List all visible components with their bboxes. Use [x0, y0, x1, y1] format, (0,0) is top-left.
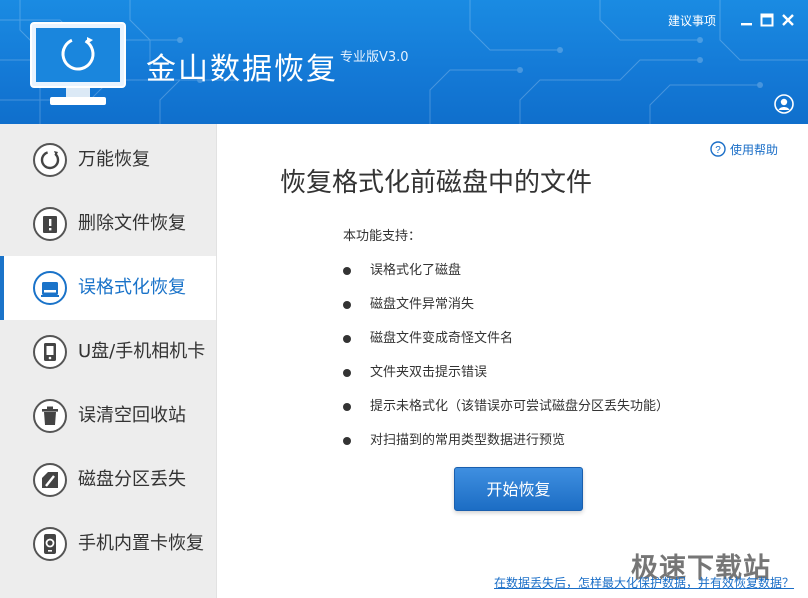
bullet-icon: [343, 301, 351, 309]
bullet-icon: [343, 403, 351, 411]
title-bar: 金山数据恢复 专业版V3.0 建议事项: [0, 0, 808, 124]
help-icon: ?: [710, 141, 726, 157]
app-logo-icon: [30, 22, 126, 105]
data-protection-tips-link[interactable]: 在数据丢失后，怎样最大化保护数据，并有效恢复数据？: [494, 574, 794, 591]
page-title: 恢复格式化前磁盘中的文件: [280, 168, 593, 198]
main-panel: ? 使用帮助 恢复格式化前磁盘中的文件 本功能支持： 误格式化了磁盘 磁盘文件异…: [217, 124, 808, 598]
bullet-icon: [343, 267, 351, 275]
list-item: 提示未格式化（该错误亦可尝试磁盘分区丢失功能）: [343, 390, 669, 424]
sidebar-item-partition-lost[interactable]: 磁盘分区丢失: [0, 448, 216, 512]
close-icon[interactable]: [780, 12, 796, 28]
minimize-icon[interactable]: [739, 12, 755, 28]
list-item: 对扫描到的常用类型数据进行预览: [343, 424, 669, 458]
active-indicator: [0, 256, 4, 320]
bullet-icon: [343, 437, 351, 445]
sidebar-item-label: 误清空回收站: [78, 405, 186, 426]
sidebar-item-universal-recovery[interactable]: 万能恢复: [0, 128, 216, 192]
list-item: 误格式化了磁盘: [343, 254, 669, 288]
help-label: 使用帮助: [730, 142, 779, 157]
disk-format-icon: [33, 271, 67, 305]
sidebar-item-label: 手机内置卡恢复: [78, 533, 204, 554]
feature-text: 磁盘文件异常消失: [370, 297, 475, 312]
sidebar-item-label: 万能恢复: [78, 149, 150, 170]
feature-text: 对扫描到的常用类型数据进行预览: [370, 433, 566, 448]
sidebar-item-label: U盘/手机相机卡: [78, 341, 206, 362]
list-item: 磁盘文件变成奇怪文件名: [343, 322, 669, 356]
feature-text: 提示未格式化（该错误亦可尝试磁盘分区丢失功能）: [370, 399, 670, 414]
restore-icon: [33, 143, 67, 177]
sidebar: 万能恢复 删除文件恢复 误格式化恢复 U盘/手机相机卡 误清空回收站 磁盘分区丢…: [0, 124, 217, 598]
app-edition: 专业版V3.0: [340, 50, 409, 65]
feature-text: 磁盘文件变成奇怪文件名: [370, 331, 514, 346]
list-item: 磁盘文件异常消失: [343, 288, 669, 322]
feature-list: 误格式化了磁盘 磁盘文件异常消失 磁盘文件变成奇怪文件名 文件夹双击提示错误 提…: [343, 254, 669, 458]
feature-text: 文件夹双击提示错误: [370, 365, 488, 380]
bullet-icon: [343, 369, 351, 377]
usb-device-icon: [33, 335, 67, 369]
sidebar-item-format-recovery[interactable]: 误格式化恢复: [0, 256, 216, 320]
sidebar-item-label: 删除文件恢复: [78, 213, 186, 234]
app-title: 金山数据恢复: [146, 52, 338, 87]
help-link[interactable]: ? 使用帮助: [710, 140, 778, 158]
svg-text:?: ?: [715, 145, 721, 156]
list-item: 文件夹双击提示错误: [343, 356, 669, 390]
feedback-link[interactable]: 建议事项: [668, 12, 716, 29]
bullet-icon: [343, 335, 351, 343]
recycle-bin-icon: [33, 399, 67, 433]
user-account-icon[interactable]: [774, 94, 794, 114]
sidebar-item-label: 磁盘分区丢失: [78, 469, 186, 490]
maximize-icon[interactable]: [759, 12, 775, 28]
delete-file-icon: [33, 207, 67, 241]
sidebar-item-label: 误格式化恢复: [78, 277, 186, 298]
sidebar-item-phone-card[interactable]: 手机内置卡恢复: [0, 512, 216, 576]
partition-icon: [33, 463, 67, 497]
features-heading: 本功能支持：: [343, 229, 422, 244]
phone-card-icon: [33, 527, 67, 561]
feature-text: 误格式化了磁盘: [370, 263, 462, 278]
sidebar-item-deleted-file-recovery[interactable]: 删除文件恢复: [0, 192, 216, 256]
sidebar-item-usb-camera-card[interactable]: U盘/手机相机卡: [0, 320, 216, 384]
sidebar-item-recycle-bin[interactable]: 误清空回收站: [0, 384, 216, 448]
start-recovery-button[interactable]: 开始恢复: [454, 467, 583, 511]
